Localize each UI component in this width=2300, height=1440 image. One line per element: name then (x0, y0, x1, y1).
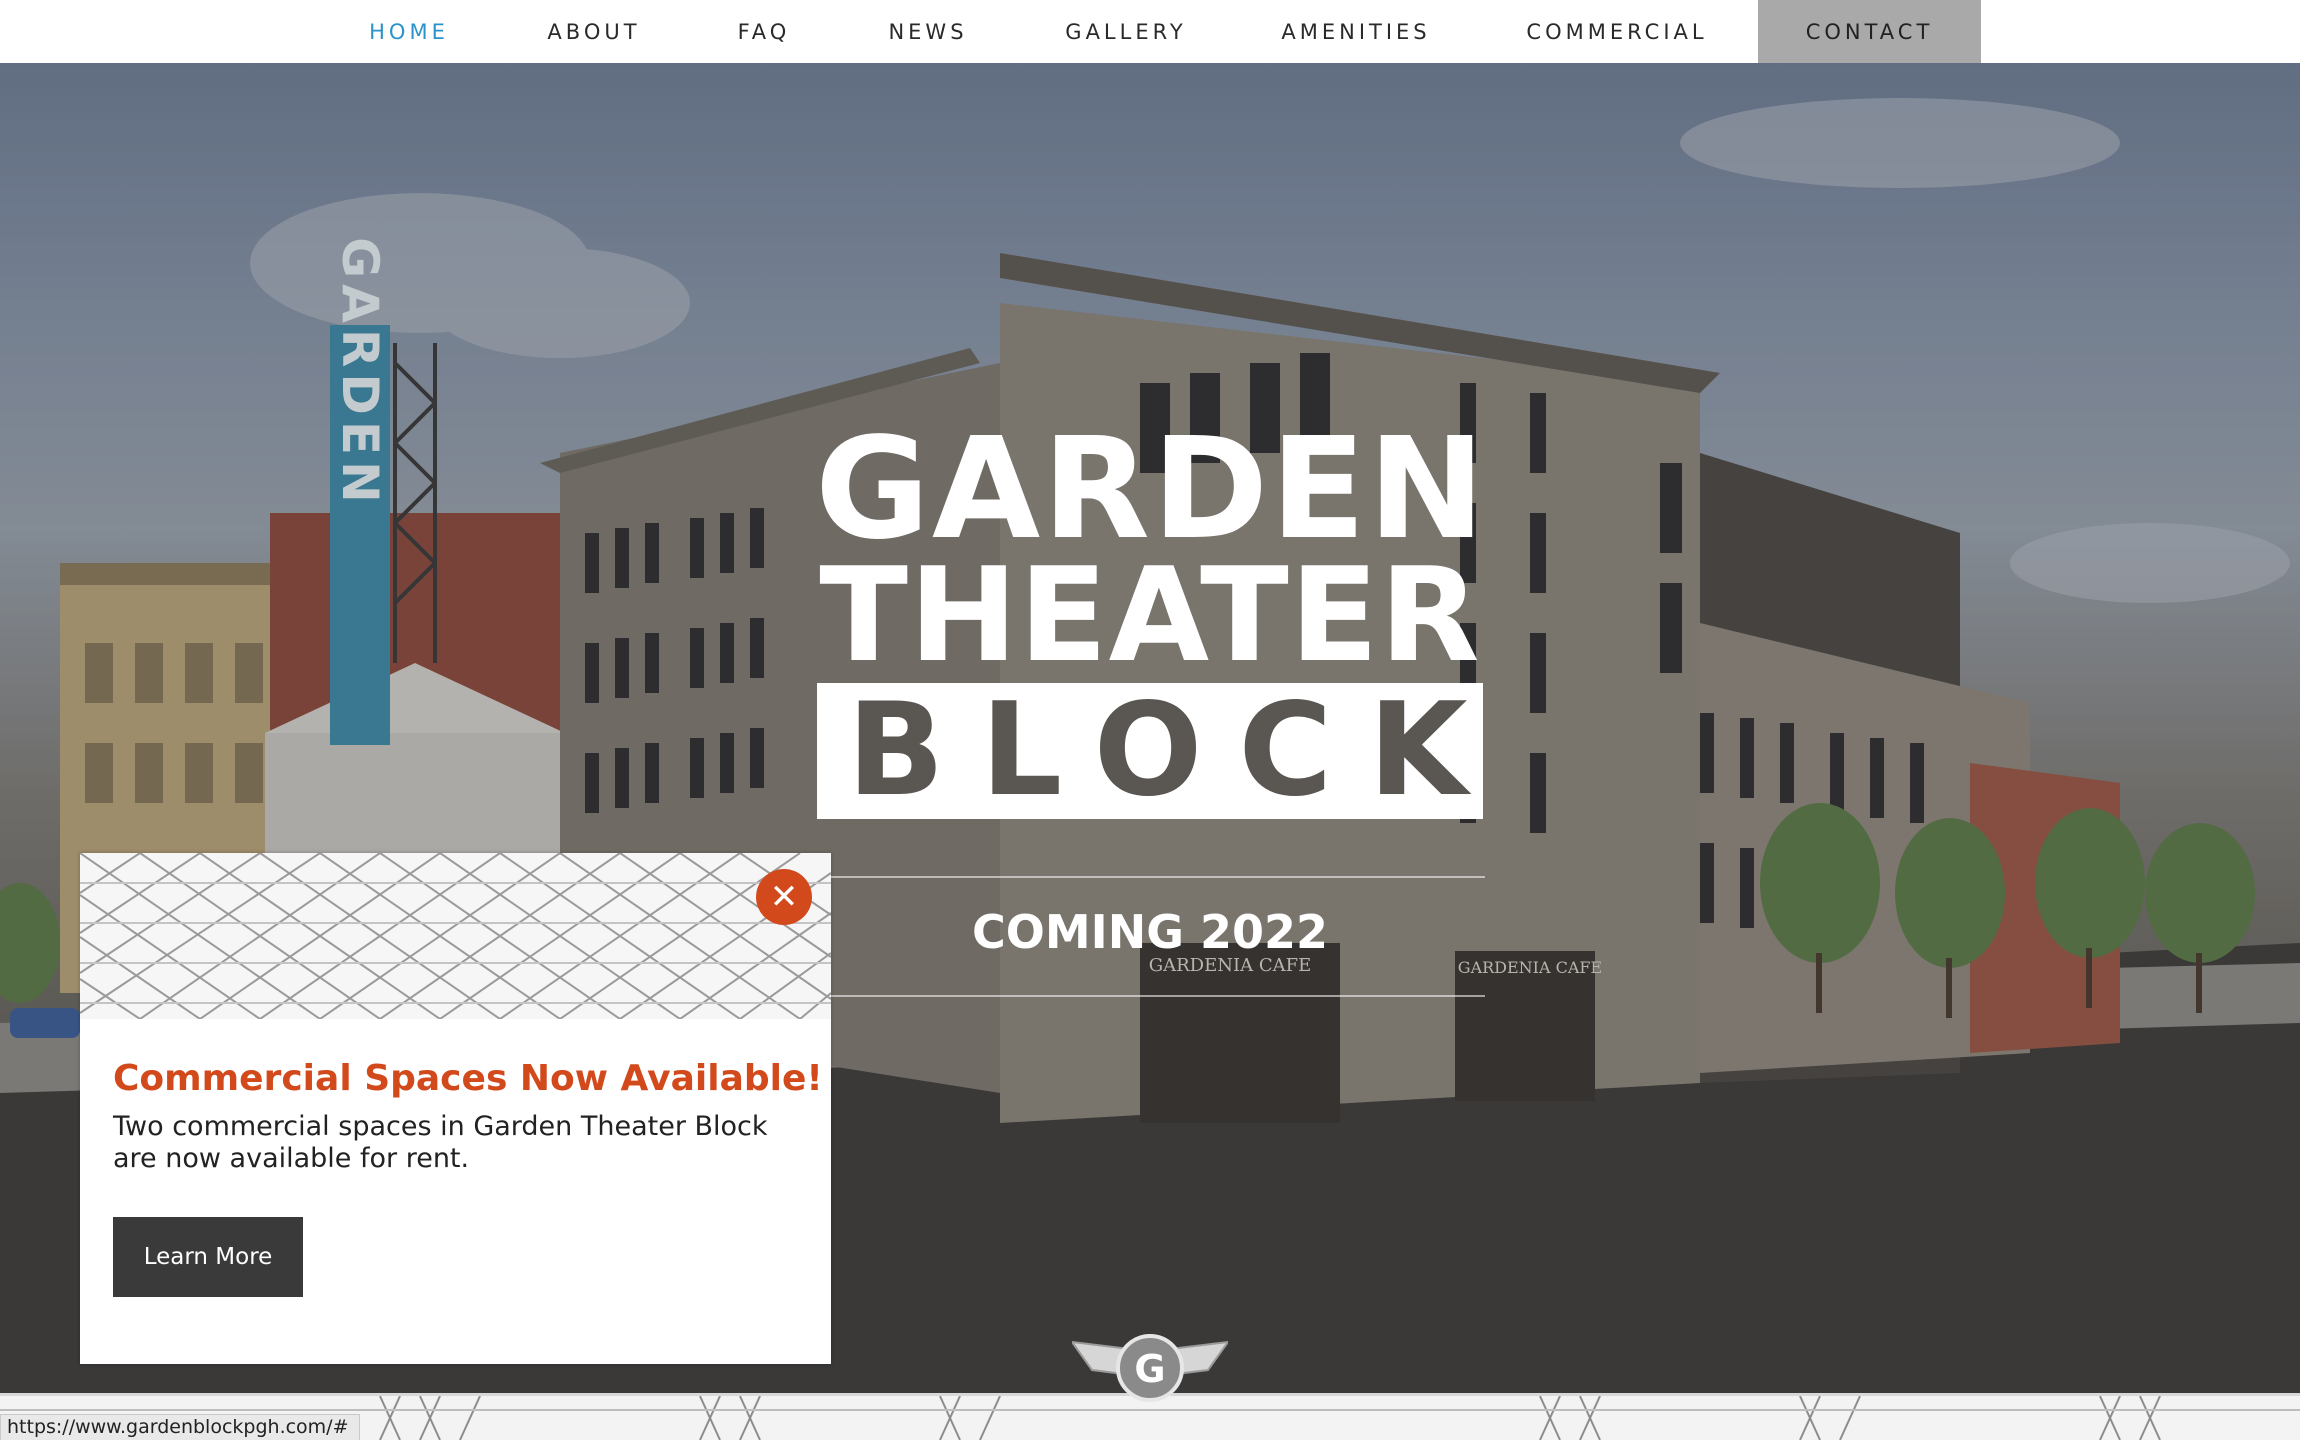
nav-faq[interactable]: FAQ (700, 0, 828, 63)
nav-amenities[interactable]: AMENITIES (1262, 0, 1450, 63)
nav-home[interactable]: HOME (330, 0, 488, 63)
page: HOME ABOUT FAQ NEWS GALLERY AMENITIES CO… (0, 0, 2300, 1440)
top-nav: HOME ABOUT FAQ NEWS GALLERY AMENITIES CO… (0, 0, 2300, 63)
title-block: BLOCK (817, 683, 1483, 819)
hero-subtitle: COMING 2022 (971, 905, 1329, 959)
divider-bottom (815, 995, 1485, 997)
learn-more-button[interactable]: Learn More (113, 1217, 303, 1297)
nav-gallery[interactable]: GALLERY (1040, 0, 1212, 63)
popup-body: Two commercial spaces in Garden Theater … (113, 1111, 768, 1174)
title-theater: THEATER (819, 539, 1481, 691)
popup-pattern (80, 853, 831, 1019)
hero-title: GARDEN THEATER BLOCK (815, 408, 1488, 819)
status-bar-url: https://www.gardenblockpgh.com/# (0, 1414, 360, 1440)
g-emblem-logo: G (1072, 1334, 1228, 1402)
nav-news[interactable]: NEWS (858, 0, 998, 63)
emblem-letter: G (1134, 1347, 1165, 1391)
nav-about[interactable]: ABOUT (510, 0, 678, 63)
nav-contact[interactable]: CONTACT (1758, 0, 1981, 63)
commercial-popup: ✕ Commercial Spaces Now Available! Two c… (80, 853, 831, 1364)
nav-commercial[interactable]: COMMERCIAL (1510, 0, 1724, 63)
title-garden: GARDEN (815, 408, 1488, 571)
popup-heading: Commercial Spaces Now Available! (113, 1058, 823, 1099)
divider-top (815, 876, 1485, 878)
close-icon[interactable]: ✕ (756, 869, 812, 925)
